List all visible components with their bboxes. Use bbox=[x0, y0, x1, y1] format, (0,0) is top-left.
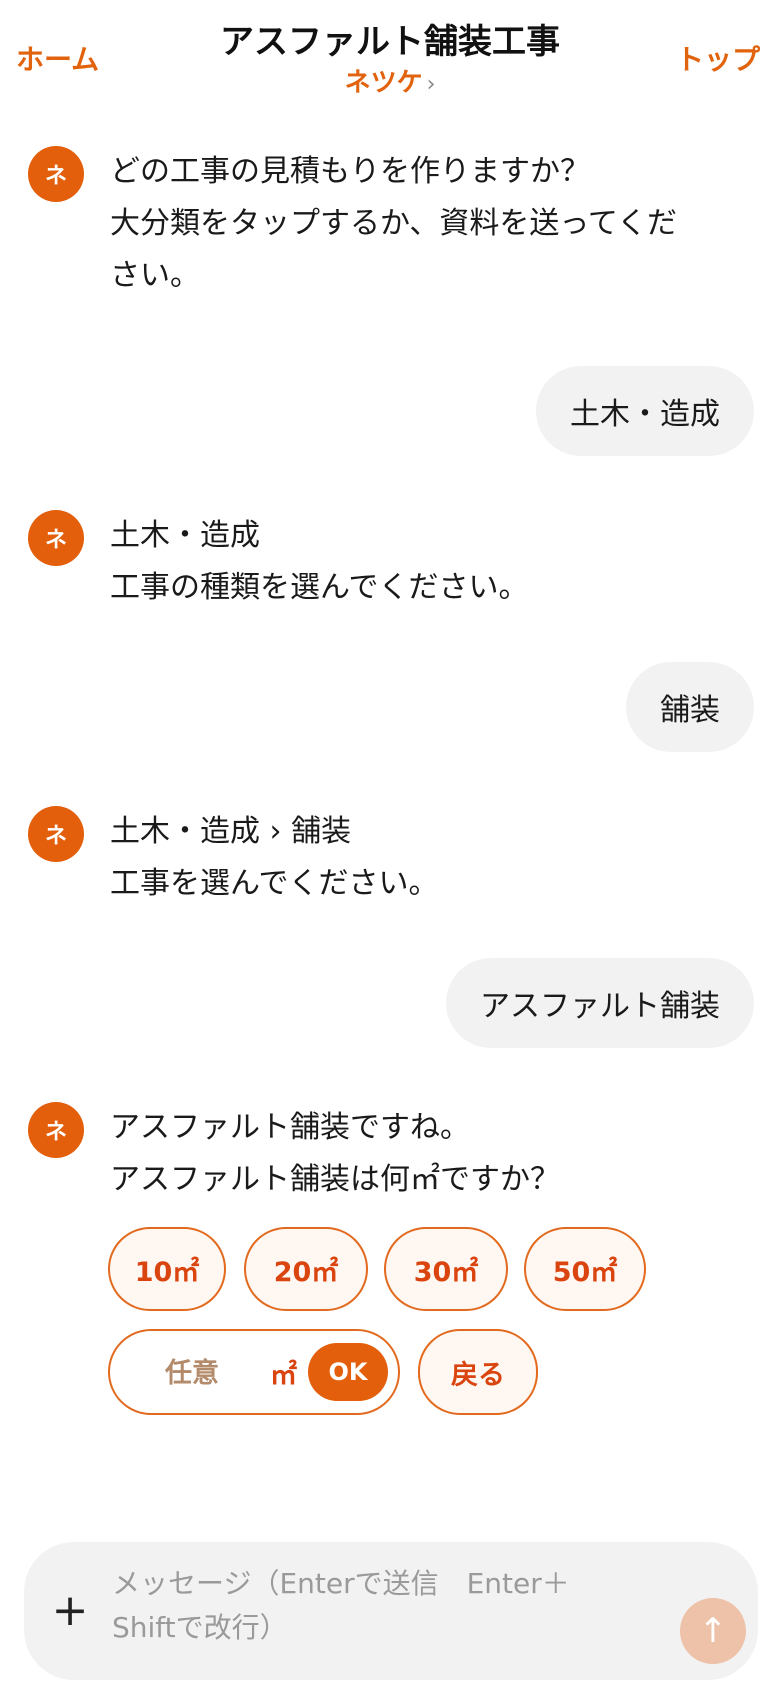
header: ホーム アスファルト舗装工事 ネツケ › トップ bbox=[0, 0, 780, 110]
message-line: アスファルト舗装は何㎡ですか？ bbox=[110, 1162, 560, 1197]
page-title: アスファルト舗装工事 bbox=[220, 22, 560, 62]
option-20-sqm-button[interactable]: 20㎡ bbox=[244, 1227, 368, 1311]
avatar: ネ bbox=[28, 806, 84, 862]
message-composer: + ↑ bbox=[24, 1542, 758, 1680]
message-line: 工事の種類を選んでください。 bbox=[110, 570, 529, 605]
user-message: アスファルト舗装 bbox=[446, 958, 754, 1048]
user-message: 舗装 bbox=[626, 662, 754, 752]
message-input[interactable] bbox=[112, 1562, 622, 1662]
back-button[interactable]: 戻る bbox=[418, 1329, 538, 1415]
custom-area-input[interactable] bbox=[132, 1353, 252, 1393]
avatar: ネ bbox=[28, 1102, 84, 1158]
chat-screen: ホーム アスファルト舗装工事 ネツケ › トップ ネ どの工事の見積もりを作ります… bbox=[0, 0, 780, 1688]
message-line: さい。 bbox=[110, 258, 200, 293]
custom-area-field: ㎡ OK bbox=[108, 1329, 400, 1415]
assistant-name-link[interactable]: ネツケ › bbox=[0, 62, 780, 99]
bot-message-text: 土木・造成 工事の種類を選んでください。 bbox=[110, 510, 730, 614]
option-30-sqm-button[interactable]: 30㎡ bbox=[384, 1227, 508, 1311]
avatar: ネ bbox=[28, 510, 84, 566]
message-line: 工事を選んでください。 bbox=[110, 866, 439, 901]
message-line: 大分類をタップするか、資料を送ってくだ bbox=[110, 206, 677, 241]
assistant-name: ネツケ bbox=[344, 68, 423, 98]
message-line: 土木・造成 bbox=[110, 518, 260, 553]
message-line: アスファルト舗装ですね。 bbox=[110, 1110, 470, 1145]
bot-message-text: 土木・造成 › 舗装 工事を選んでください。 bbox=[110, 806, 730, 910]
chevron-right-icon: › bbox=[426, 72, 436, 97]
user-message: 土木・造成 bbox=[536, 366, 754, 456]
option-50-sqm-button[interactable]: 50㎡ bbox=[524, 1227, 646, 1311]
message-line: 土木・造成 › 舗装 bbox=[110, 814, 352, 849]
top-link[interactable]: トップ bbox=[676, 38, 760, 78]
unit-label: ㎡ bbox=[270, 1360, 297, 1391]
ok-button[interactable]: OK bbox=[308, 1343, 388, 1401]
avatar: ネ bbox=[28, 146, 84, 202]
option-10-sqm-button[interactable]: 10㎡ bbox=[108, 1227, 226, 1311]
bot-message-text: アスファルト舗装ですね。 アスファルト舗装は何㎡ですか？ bbox=[110, 1102, 730, 1206]
arrow-up-icon: ↑ bbox=[698, 1611, 728, 1651]
send-button[interactable]: ↑ bbox=[680, 1598, 746, 1664]
bot-message-text: どの工事の見積もりを作りますか？ 大分類をタップするか、資料を送ってくだ さい。 bbox=[110, 146, 730, 302]
plus-icon[interactable]: + bbox=[50, 1582, 90, 1638]
message-line: どの工事の見積もりを作りますか？ bbox=[110, 154, 590, 189]
